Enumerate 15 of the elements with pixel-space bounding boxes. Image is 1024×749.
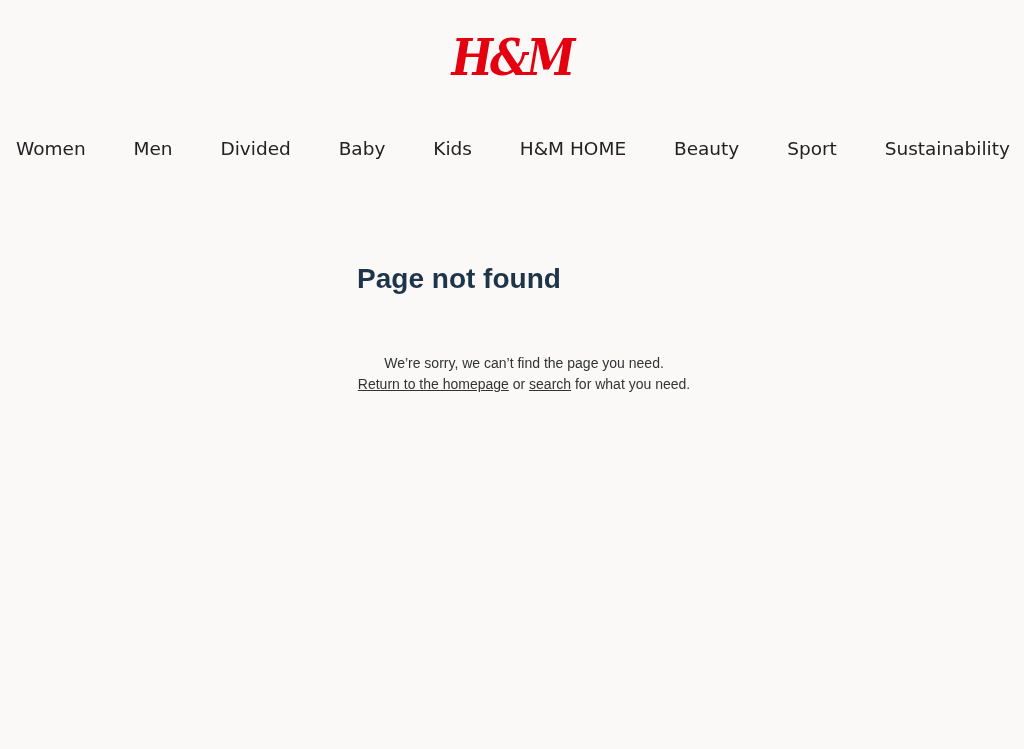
nav-link[interactable]: Women xyxy=(16,138,86,159)
nav-link[interactable]: Sustainability xyxy=(884,138,1010,159)
search-link[interactable]: search xyxy=(529,376,572,392)
nav-link[interactable]: Kids xyxy=(433,138,472,159)
page-title: Page not found xyxy=(356,263,562,295)
nav-link[interactable]: Beauty xyxy=(673,138,740,159)
help-text: Return to the homepage or search for what you need. xyxy=(356,375,692,394)
nav-link[interactable]: Baby xyxy=(338,138,386,159)
apology-text: We’re sorry, we can’t find the page you need. xyxy=(383,354,665,373)
nav-link[interactable]: Men xyxy=(133,138,173,159)
logo[interactable]: H&M xyxy=(451,32,573,84)
nav-link[interactable]: Divided xyxy=(220,138,291,159)
nav-link[interactable]: Sport xyxy=(787,138,837,159)
nav-link[interactable]: H&M HOME xyxy=(519,138,627,159)
homepage-link[interactable]: Return to the homepage xyxy=(357,376,509,392)
